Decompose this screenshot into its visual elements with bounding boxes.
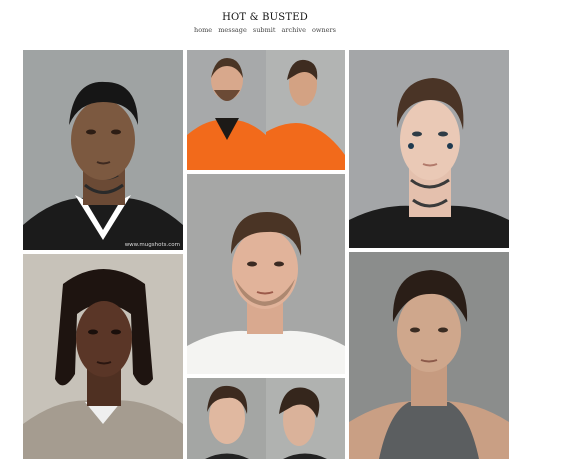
post-photo-7[interactable] [187,378,345,459]
nav-submit[interactable]: submit [253,26,276,34]
post-photo-1[interactable]: www.mugshots.com [23,50,183,250]
post-photo-2[interactable] [187,50,345,170]
watermark-text: www.mugshots.com [124,242,180,248]
mugshot-image [349,252,509,459]
mugshot-image [349,50,509,248]
blog-header: HOT & BUSTED home message submit archive… [0,12,530,34]
post-photo-4[interactable] [187,174,345,374]
mugshot-image [187,378,345,459]
nav-message[interactable]: message [218,26,247,34]
nav-archive[interactable]: archive [282,26,306,34]
nav-menu: home message submit archive owners [0,26,530,34]
nav-home[interactable]: home [194,26,212,34]
mugshot-image [23,50,183,250]
blog-title[interactable]: HOT & BUSTED [0,12,530,24]
post-photo-3[interactable] [349,50,509,248]
mugshot-image [187,174,345,374]
post-photo-6[interactable] [349,252,509,459]
nav-owners[interactable]: owners [312,26,336,34]
mugshot-image [187,50,345,170]
mugshot-image [23,254,183,459]
post-photo-5[interactable] [23,254,183,459]
